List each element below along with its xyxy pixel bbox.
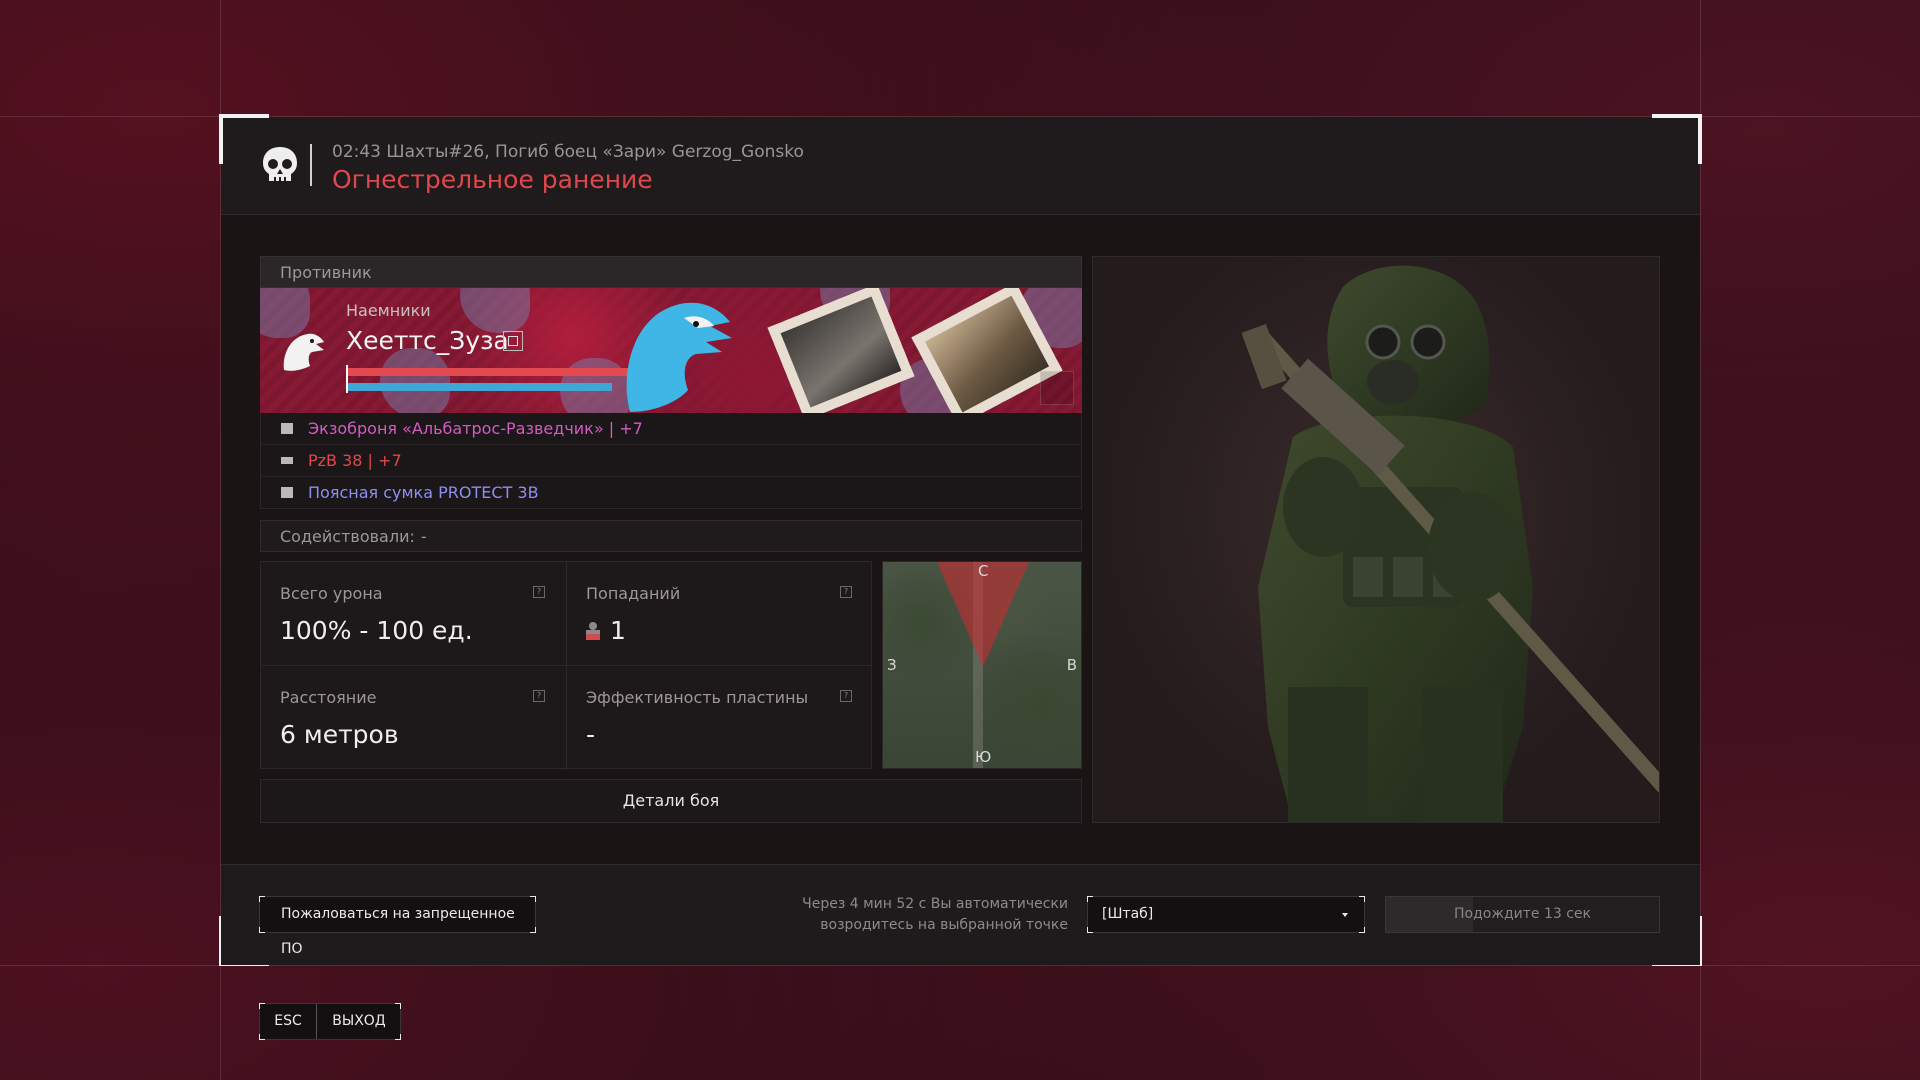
equipment-separator: |: [603, 419, 620, 438]
enemy-player-name: Хееттс_Зуза: [346, 326, 509, 355]
esc-key-hint: ESC: [260, 1004, 317, 1039]
help-icon[interactable]: ?: [840, 690, 852, 702]
help-icon[interactable]: ?: [533, 586, 545, 598]
frame-corner: [219, 114, 269, 164]
spawn-point-select[interactable]: [Штаб]: [1087, 896, 1365, 933]
stat-total-damage: Всего урона ? 100% - 100 ед.: [261, 562, 567, 666]
assist-label: Содействовали:: [280, 527, 415, 546]
equipment-separator: |: [362, 451, 379, 470]
stat-distance: Расстояние ? 6 метров: [261, 666, 567, 770]
enemy-equipment-list: Экзоброня «Альбатрос-Разведчик» | +7 PzB…: [260, 413, 1082, 509]
respawn-wait-button[interactable]: Подождите 13 сек: [1385, 896, 1660, 933]
body-hit-icon: [586, 622, 600, 640]
stat-label: Всего урона: [280, 584, 383, 603]
compass-north: С: [978, 562, 989, 580]
assist-value: -: [420, 527, 427, 546]
spawn-point-value: [Штаб]: [1102, 906, 1154, 922]
stat-value: -: [586, 720, 596, 749]
stat-value: 1: [610, 616, 626, 645]
stat-plate-efficiency: Эффективность пластины ? -: [567, 666, 873, 770]
enemy-banner[interactable]: Наемники Хееттс_Зуза: [260, 288, 1082, 413]
stat-label: Расстояние: [280, 688, 377, 707]
equipment-item-weapon[interactable]: PzB 38 | +7: [261, 445, 1081, 477]
help-icon[interactable]: ?: [840, 586, 852, 598]
armor-icon: [281, 423, 293, 434]
respawn-timer-note: Через 4 мин 52 с Вы автоматически возрод…: [760, 894, 1068, 936]
exit-label: ВЫХОД: [332, 1013, 386, 1029]
soldier-figure: [1241, 265, 1659, 822]
pouch-icon: [281, 487, 293, 498]
chevron-down-icon: [1342, 913, 1348, 917]
stamp-decoration: [767, 288, 915, 413]
enemy-section-title: Противник: [260, 256, 1082, 288]
rifle-icon: [281, 457, 293, 464]
equipment-name: Поясная сумка PROTECT 3B: [308, 483, 539, 502]
banner-badge: [1040, 371, 1074, 405]
frame-corner: [1652, 114, 1702, 164]
stat-label: Эффективность пластины: [586, 688, 809, 707]
stat-value: 6 метров: [280, 720, 399, 749]
enemy-armor-bar: [346, 383, 612, 391]
faction-eagle-icon: [283, 333, 324, 371]
combat-stats: Всего урона ? 100% - 100 ед. Попаданий ?…: [260, 561, 873, 770]
exit-button[interactable]: ESC ВЫХОД: [259, 1003, 401, 1040]
respawn-note-line: возродитесь на выбранной точке: [820, 917, 1068, 933]
death-header: 02:43 Шахты#26, Погиб боец «Зари» Gerzog…: [221, 117, 1700, 215]
death-info: 02:43 Шахты#26, Погиб боец «Зари» Gerzog…: [332, 142, 804, 162]
stat-value: 100% - 100 ед.: [280, 616, 473, 645]
report-cheater-button[interactable]: Пожаловаться на запрещенное ПО: [259, 896, 536, 957]
faction-eagle-emblem-icon: [626, 302, 732, 412]
equipment-name: Экзоброня «Альбатрос-Разведчик»: [308, 419, 604, 438]
death-cause: Огнестрельное ранение: [332, 165, 653, 194]
equipment-item-armor[interactable]: Экзоброня «Альбатрос-Разведчик» | +7: [261, 413, 1081, 445]
equipment-level: +7: [619, 419, 643, 438]
bar-start-tick: [346, 365, 348, 393]
compass-south: Ю: [975, 748, 992, 766]
copy-icon[interactable]: [503, 331, 523, 351]
header-divider: [310, 144, 312, 186]
kill-minimap: С З В Ю: [882, 561, 1082, 769]
wait-button-label: Подождите 13 сек: [1454, 906, 1591, 922]
battle-details-button[interactable]: Детали боя: [260, 779, 1082, 823]
enemy-health-bar: [346, 368, 637, 376]
stat-hits: Попаданий ? 1: [567, 562, 873, 666]
compass-east: В: [1066, 656, 1077, 674]
equipment-level: +7: [378, 451, 402, 470]
compass-west: З: [887, 656, 897, 674]
enemy-faction: Наемники: [346, 301, 431, 320]
assist-row: Содействовали: -: [260, 520, 1082, 552]
equipment-item-container[interactable]: Поясная сумка PROTECT 3B: [261, 477, 1081, 509]
banner-decoration: [380, 348, 450, 413]
stat-label: Попаданий: [586, 584, 681, 603]
enemy-character-portrait: [1092, 256, 1660, 823]
respawn-note-line: Через 4 мин 52 с Вы автоматически: [802, 896, 1068, 912]
help-icon[interactable]: ?: [533, 690, 545, 702]
equipment-name: PzB 38: [308, 451, 363, 470]
